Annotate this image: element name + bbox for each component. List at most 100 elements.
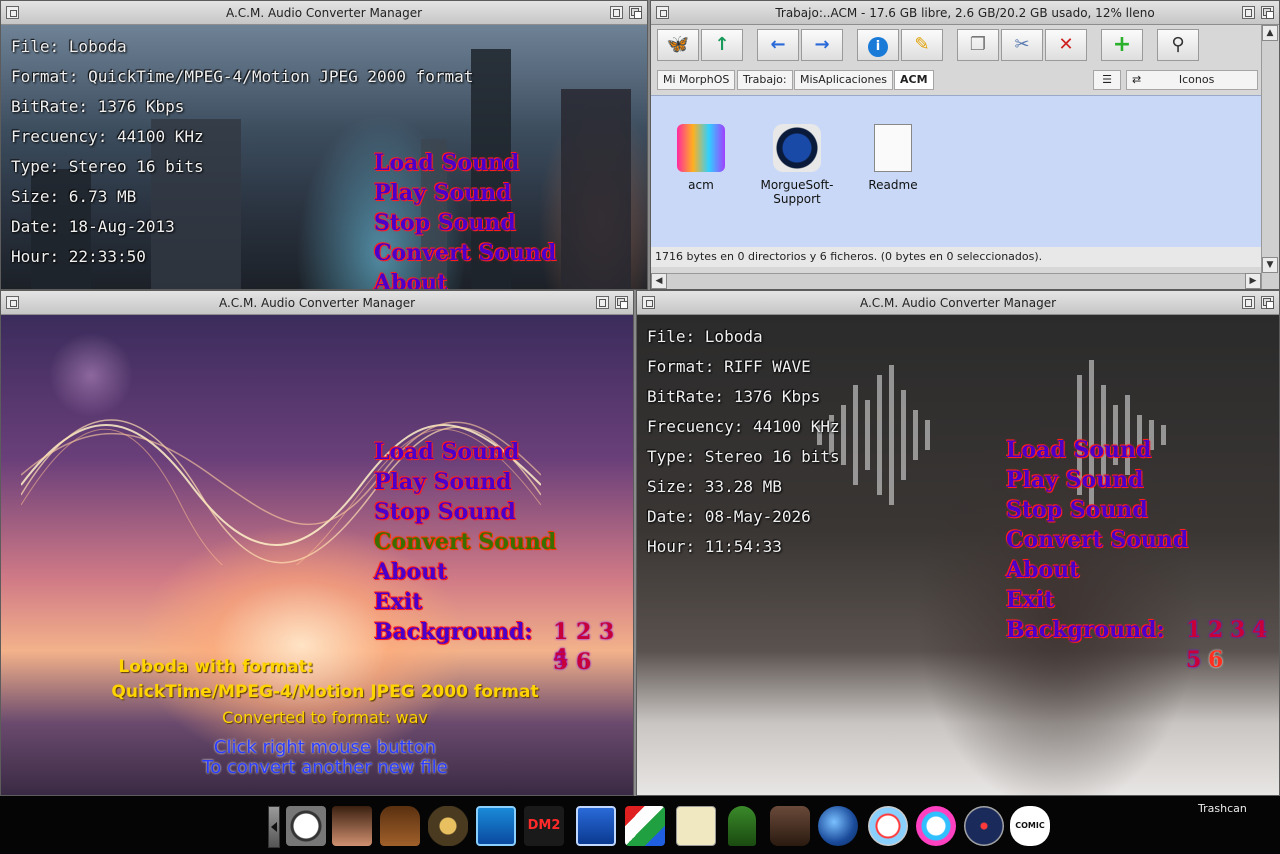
depth-gadget[interactable]	[1261, 6, 1274, 19]
horizontal-scrollbar[interactable]: ◀ ▶	[651, 273, 1261, 289]
menu-load-sound[interactable]: Load Sound	[374, 439, 519, 465]
compass-icon[interactable]	[964, 806, 1004, 846]
notepad-icon[interactable]	[676, 806, 716, 846]
info-bitrate: BitRate: 1376 Kbps	[647, 387, 821, 406]
menu-about[interactable]: About	[374, 270, 447, 289]
info-hour: Hour: 22:33:50	[11, 247, 146, 266]
vertical-scrollbar[interactable]: ▲ ▼	[1261, 25, 1279, 289]
menu-about[interactable]: About	[1006, 557, 1079, 583]
menu-stop-sound[interactable]: Stop Sound	[374, 210, 516, 236]
info-frequency: Frecuency: 44100 KHz	[647, 417, 840, 436]
forward-icon[interactable]: →	[801, 29, 843, 61]
parent-icon[interactable]: ↑	[701, 29, 743, 61]
background-image-photo: File: Loboda Format: RIFF WAVE BitRate: …	[637, 315, 1279, 795]
background-choice-5[interactable]: 5	[1186, 647, 1201, 673]
pendulum-clock-icon[interactable]	[380, 806, 420, 846]
list-view-icon[interactable]: ☰	[1093, 70, 1121, 90]
iconify-gadget[interactable]	[1242, 296, 1255, 309]
dmg-icon[interactable]: DM2	[524, 806, 564, 846]
rename-icon[interactable]: ✎	[901, 29, 943, 61]
menu-stop-sound[interactable]: Stop Sound	[1006, 497, 1148, 523]
search-icon[interactable]: ⚲	[1157, 29, 1199, 61]
butterfly-icon[interactable]: 🦋	[657, 29, 699, 61]
file-acm[interactable]: acm	[656, 124, 746, 192]
girl-camera-icon[interactable]	[332, 806, 372, 846]
background-choice-3[interactable]: 3	[1230, 617, 1245, 643]
menu-exit[interactable]: Exit	[1006, 587, 1054, 613]
trashcan-label[interactable]: Trashcan	[1198, 802, 1247, 815]
view-mode-label: Iconos	[1178, 73, 1215, 86]
copy-icon[interactable]: ❐	[957, 29, 999, 61]
menu-play-sound[interactable]: Play Sound	[374, 180, 512, 206]
safari-icon[interactable]	[868, 806, 908, 846]
menu-convert-sound[interactable]: Convert Sound	[1006, 527, 1188, 553]
scroll-right-icon[interactable]: ▶	[1245, 273, 1261, 289]
path-misaplicaciones[interactable]: MisAplicaciones	[794, 70, 893, 90]
scroll-down-icon[interactable]: ▼	[1262, 257, 1278, 273]
close-gadget[interactable]	[642, 296, 655, 309]
close-gadget[interactable]	[656, 6, 669, 19]
new-drawer-icon[interactable]: +	[1101, 29, 1143, 61]
back-icon[interactable]: ←	[757, 29, 799, 61]
dragon-icon[interactable]	[770, 806, 810, 846]
titlebar[interactable]: A.C.M. Audio Converter Manager	[1, 291, 633, 315]
menu-stop-sound[interactable]: Stop Sound	[374, 499, 516, 525]
titlebar[interactable]: Trabajo:..ACM - 17.6 GB libre, 2.6 GB/20…	[651, 1, 1279, 25]
figure-icon[interactable]	[728, 806, 756, 846]
delete-icon[interactable]: ✕	[1045, 29, 1087, 61]
swap-icon: ⇄	[1132, 73, 1142, 86]
mail-icon[interactable]	[916, 806, 956, 846]
background-choice-4[interactable]: 4	[1252, 617, 1267, 643]
file-label: acm	[688, 178, 714, 192]
file-readme[interactable]: Readme	[848, 124, 938, 192]
path-trabajo[interactable]: Trabajo:	[737, 70, 793, 90]
menu-exit[interactable]: Exit	[374, 589, 422, 615]
result-converted-line: Converted to format: wav	[222, 708, 428, 727]
lantern-icon[interactable]	[428, 806, 468, 846]
result-file-line: Loboda with format:	[118, 657, 314, 677]
screen-icon[interactable]	[576, 806, 616, 846]
background-choice-2[interactable]: 2	[1208, 617, 1223, 643]
path-acm[interactable]: ACM	[894, 70, 934, 90]
path-mi-morphos[interactable]: Mi MorphOS	[657, 70, 736, 90]
depth-gadget[interactable]	[629, 6, 642, 19]
file-morguesoft-support[interactable]: MorgueSoft-Support	[752, 124, 842, 206]
acm-window-bottom-left: A.C.M. Audio Converter Manager Load Soun…	[0, 290, 634, 796]
close-gadget[interactable]	[6, 296, 19, 309]
dock-collapse-handle[interactable]	[268, 806, 280, 848]
drawer-area[interactable]: acm MorgueSoft-Support Readme	[651, 95, 1261, 247]
menu-about[interactable]: About	[374, 559, 447, 585]
globe-icon[interactable]	[818, 806, 858, 846]
acm-app-icon	[677, 124, 725, 172]
info-file: File: Loboda	[11, 37, 127, 56]
scroll-up-icon[interactable]: ▲	[1262, 25, 1278, 41]
info-icon[interactable]: i	[857, 29, 899, 61]
cpu-monitor-icon[interactable]	[476, 806, 516, 846]
iconify-gadget[interactable]	[610, 6, 623, 19]
depth-gadget[interactable]	[615, 296, 628, 309]
menu-load-sound[interactable]: Load Sound	[374, 150, 519, 176]
titlebar[interactable]: A.C.M. Audio Converter Manager	[637, 291, 1279, 315]
comic-icon[interactable]: COMIC	[1010, 806, 1050, 846]
scroll-left-icon[interactable]: ◀	[651, 273, 667, 289]
iconify-gadget[interactable]	[1242, 6, 1255, 19]
menu-convert-sound[interactable]: Convert Sound	[374, 240, 556, 266]
menu-play-sound[interactable]: Play Sound	[374, 469, 512, 495]
menu-load-sound[interactable]: Load Sound	[1006, 437, 1151, 463]
info-date: Date: 08-May-2026	[647, 507, 811, 526]
menu-convert-sound[interactable]: Convert Sound	[374, 529, 556, 555]
hint-right-click: Click right mouse button	[213, 737, 437, 758]
clock-icon[interactable]	[286, 806, 326, 846]
map-icon[interactable]	[625, 806, 665, 846]
menu-play-sound[interactable]: Play Sound	[1006, 467, 1144, 493]
cut-icon[interactable]: ✂	[1001, 29, 1043, 61]
window-title: A.C.M. Audio Converter Manager	[218, 296, 416, 310]
view-mode-select[interactable]: ⇄ Iconos	[1126, 70, 1258, 90]
iconify-gadget[interactable]	[596, 296, 609, 309]
background-choice-1[interactable]: 1	[1186, 617, 1201, 643]
dock-bar: DM2 COMIC Trashcan	[0, 796, 1280, 854]
background-choice-6[interactable]: 6	[1208, 647, 1223, 673]
depth-gadget[interactable]	[1261, 296, 1274, 309]
close-gadget[interactable]	[6, 6, 19, 19]
titlebar[interactable]: A.C.M. Audio Converter Manager	[1, 1, 647, 25]
